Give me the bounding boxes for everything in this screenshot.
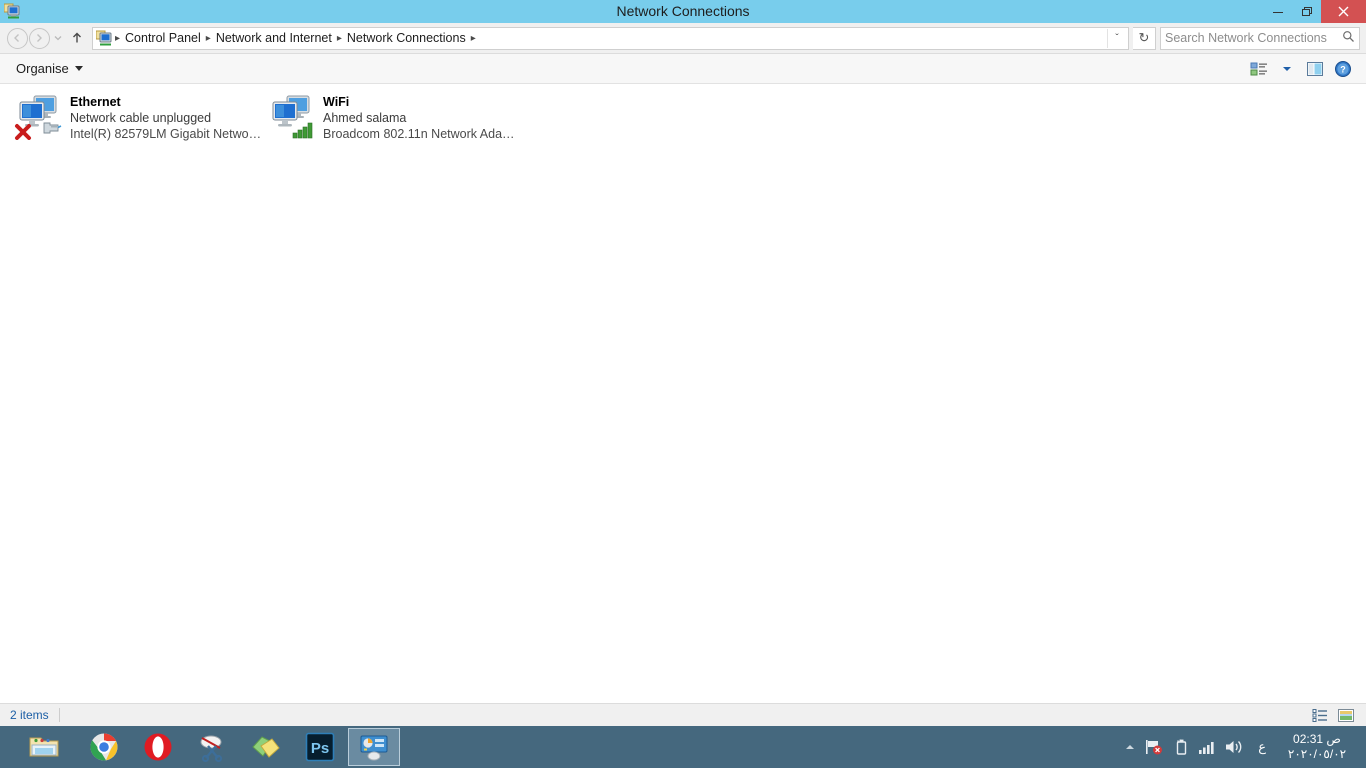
- up-button[interactable]: [66, 27, 88, 49]
- connection-status: Ahmed salama: [323, 111, 407, 125]
- window-title: Network Connections: [616, 3, 750, 19]
- title-bar: Network Connections: [0, 0, 1366, 23]
- connections-list[interactable]: Ethernet Network cable unplugged Intel(R…: [0, 84, 1366, 703]
- clock-date: ٢٠٢٠/٠٥/٠٢: [1287, 747, 1347, 761]
- forward-button[interactable]: [28, 27, 50, 49]
- breadcrumb-separator: ▸: [115, 32, 121, 44]
- tiles-container: Ethernet Network cable unplugged Intel(R…: [10, 90, 1366, 142]
- clock[interactable]: 02:31 ص ٢٠٢٠/٠٥/٠٢: [1280, 732, 1358, 762]
- taskbar: Ps ع 02:31 ص ٢٠٢٠/٠٥/٠٢: [0, 726, 1366, 768]
- help-icon: ?: [1335, 60, 1351, 77]
- taskbar-item-sticky-notes[interactable]: [240, 728, 292, 766]
- taskbar-item-snipping-tool[interactable]: [186, 728, 238, 766]
- taskbar-items: Ps: [0, 726, 400, 768]
- search-input[interactable]: Search Network Connections: [1165, 31, 1342, 45]
- view-toggle-group: [1310, 706, 1356, 724]
- view-dropdown-button[interactable]: [1274, 57, 1300, 81]
- chevron-down-icon: [54, 36, 62, 41]
- preview-pane-icon: [1307, 61, 1323, 76]
- connection-item-ethernet[interactable]: Ethernet Network cable unplugged Intel(R…: [10, 90, 263, 142]
- window-controls: [1263, 0, 1366, 23]
- details-view-button[interactable]: [1310, 706, 1330, 724]
- connection-adapter: Broadcom 802.11n Network Adap...: [323, 127, 516, 141]
- control-panel-icon: [360, 735, 388, 761]
- address-dropdown-icon[interactable]: ˇ: [1107, 28, 1126, 48]
- volume-icon[interactable]: [1224, 738, 1244, 756]
- large-icons-view-button[interactable]: [1336, 706, 1356, 724]
- explorer-window: Network Connections ▸ Control Panel ▸ Ne…: [0, 0, 1366, 726]
- connection-status: Network cable unplugged: [70, 111, 212, 125]
- navigation-bar: ▸ Control Panel ▸ Network and Internet ▸…: [0, 23, 1366, 54]
- breadcrumb-separator: ▸: [205, 32, 211, 44]
- system-tray: ع 02:31 ص ٢٠٢٠/٠٥/٠٢: [1124, 726, 1366, 768]
- taskbar-item-control-panel[interactable]: [348, 728, 400, 766]
- clock-time: 02:31 ص: [1293, 732, 1341, 746]
- photoshop-icon: Ps: [305, 732, 335, 762]
- svg-text:?: ?: [1340, 64, 1346, 74]
- address-bar-icon: [95, 30, 112, 46]
- status-divider: [58, 708, 60, 722]
- connection-adapter: Intel(R) 82579LM Gigabit Network...: [70, 127, 263, 141]
- recent-locations-button[interactable]: [50, 27, 66, 49]
- breadcrumb-item-network-and-internet[interactable]: Network and Internet: [212, 31, 336, 45]
- view-options-button[interactable]: [1246, 57, 1272, 81]
- preview-pane-button[interactable]: [1302, 57, 1328, 81]
- search-icon: [1342, 30, 1355, 46]
- breadcrumb-item-network-connections[interactable]: Network Connections: [343, 31, 470, 45]
- connection-info: Ethernet Network cable unplugged Intel(R…: [62, 92, 263, 142]
- language-indicator[interactable]: ع: [1252, 739, 1272, 755]
- file-explorer-icon: [29, 737, 59, 757]
- large-icons-view-icon: [1338, 708, 1354, 722]
- signal-icon[interactable]: [1198, 739, 1216, 755]
- command-bar: Organise ?: [0, 54, 1366, 84]
- taskbar-item-google-chrome[interactable]: [78, 728, 130, 766]
- status-bar: 2 items: [0, 703, 1366, 726]
- opera-icon: [144, 733, 172, 761]
- show-hidden-icons-icon[interactable]: [1124, 742, 1136, 752]
- snipping-tool-icon: [200, 735, 223, 762]
- address-bar[interactable]: ▸ Control Panel ▸ Network and Internet ▸…: [92, 26, 1129, 50]
- breadcrumb-separator: ▸: [470, 32, 476, 44]
- help-button[interactable]: ?: [1330, 57, 1356, 81]
- minimize-button[interactable]: [1263, 0, 1292, 23]
- back-button[interactable]: [6, 27, 28, 49]
- connection-info: WiFi Ahmed salama Broadcom 802.11n Netwo…: [315, 92, 516, 142]
- sticky-notes-icon: [252, 736, 280, 758]
- view-options-icon: [1250, 62, 1267, 75]
- back-arrow-icon: [6, 27, 28, 49]
- connection-name: Ethernet: [70, 95, 121, 109]
- item-count-label: 2 items: [10, 708, 49, 722]
- arrow-up-icon: [73, 32, 81, 43]
- google-chrome-icon: [90, 733, 118, 761]
- restore-button[interactable]: [1292, 0, 1321, 23]
- chevron-down-icon: [74, 66, 83, 71]
- search-box[interactable]: Search Network Connections: [1160, 26, 1360, 50]
- organise-button[interactable]: Organise: [10, 58, 89, 79]
- network-error-icon[interactable]: [1144, 738, 1164, 756]
- connection-item-wifi[interactable]: WiFi Ahmed salama Broadcom 802.11n Netwo…: [263, 90, 516, 142]
- taskbar-item-photoshop[interactable]: Ps: [294, 728, 346, 766]
- photoshop-label: Ps: [311, 740, 329, 757]
- ethernet-disconnected-icon: [14, 92, 62, 140]
- taskbar-item-opera[interactable]: [132, 728, 184, 766]
- details-view-icon: [1312, 709, 1327, 722]
- close-button[interactable]: [1321, 0, 1366, 23]
- command-bar-right: ?: [1246, 57, 1356, 81]
- breadcrumb-item-control-panel[interactable]: Control Panel: [121, 31, 205, 45]
- taskbar-item-file-explorer[interactable]: [18, 728, 70, 766]
- battery-icon[interactable]: [1172, 738, 1190, 756]
- breadcrumb-separator: ▸: [336, 32, 342, 44]
- organise-label: Organise: [16, 61, 69, 76]
- forward-arrow-icon: [28, 27, 50, 49]
- chevron-down-icon: [1283, 66, 1291, 71]
- refresh-button[interactable]: ↻: [1133, 26, 1156, 50]
- wifi-connected-icon: [267, 92, 315, 140]
- connection-name: WiFi: [323, 95, 350, 109]
